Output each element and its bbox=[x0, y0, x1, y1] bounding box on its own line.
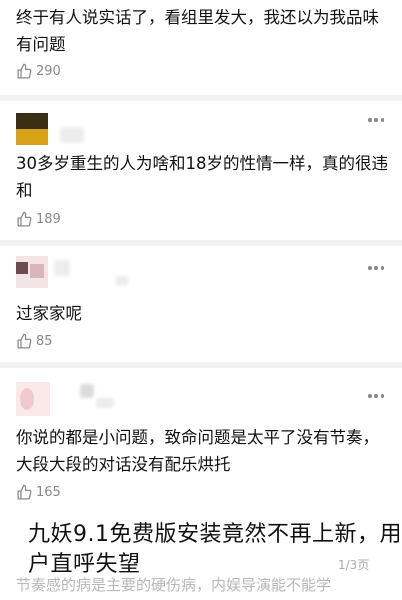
thumbs-up-icon bbox=[17, 484, 32, 500]
comment-text: 终于有人说实话了，看组里发大，我还以为我品味有问题 bbox=[16, 8, 379, 54]
like-count: 290 bbox=[36, 64, 61, 79]
like-button[interactable]: 85 bbox=[16, 333, 53, 350]
thumbs-up-icon bbox=[17, 333, 32, 349]
divider bbox=[0, 95, 402, 101]
overlay-title: 九妖9.1免费版安装竟然不再上新，用户直呼失望 bbox=[28, 522, 402, 577]
avatar[interactable] bbox=[16, 382, 50, 416]
comment-text: 30多岁重生的人为啥和18岁的性情一样，真的很违和 bbox=[16, 154, 388, 200]
username-blurred bbox=[60, 127, 84, 143]
divider bbox=[0, 362, 402, 368]
more-options-button[interactable] bbox=[368, 118, 384, 124]
divider bbox=[0, 240, 402, 246]
like-button[interactable]: 290 bbox=[16, 63, 61, 80]
avatar[interactable] bbox=[16, 256, 48, 288]
like-button[interactable]: 165 bbox=[16, 484, 61, 501]
comment-text: 你说的都是小问题，致命问题是太平了没有节奏，大段大段的对话没有配乐烘托 bbox=[16, 428, 379, 474]
thumbs-up-icon bbox=[17, 63, 32, 79]
like-count: 189 bbox=[36, 212, 61, 227]
more-options-button[interactable] bbox=[368, 394, 384, 400]
like-count: 165 bbox=[36, 485, 61, 500]
username-blurred bbox=[116, 276, 128, 286]
username-blurred bbox=[80, 384, 94, 398]
more-options-button[interactable] bbox=[368, 266, 384, 272]
username-blurred bbox=[54, 260, 70, 276]
username-blurred bbox=[96, 398, 114, 408]
comment-text: 过家家呢 bbox=[16, 304, 82, 323]
like-count: 85 bbox=[36, 334, 53, 349]
thumbs-up-icon bbox=[17, 211, 32, 227]
like-button[interactable]: 189 bbox=[16, 211, 61, 228]
avatar[interactable] bbox=[16, 113, 48, 145]
